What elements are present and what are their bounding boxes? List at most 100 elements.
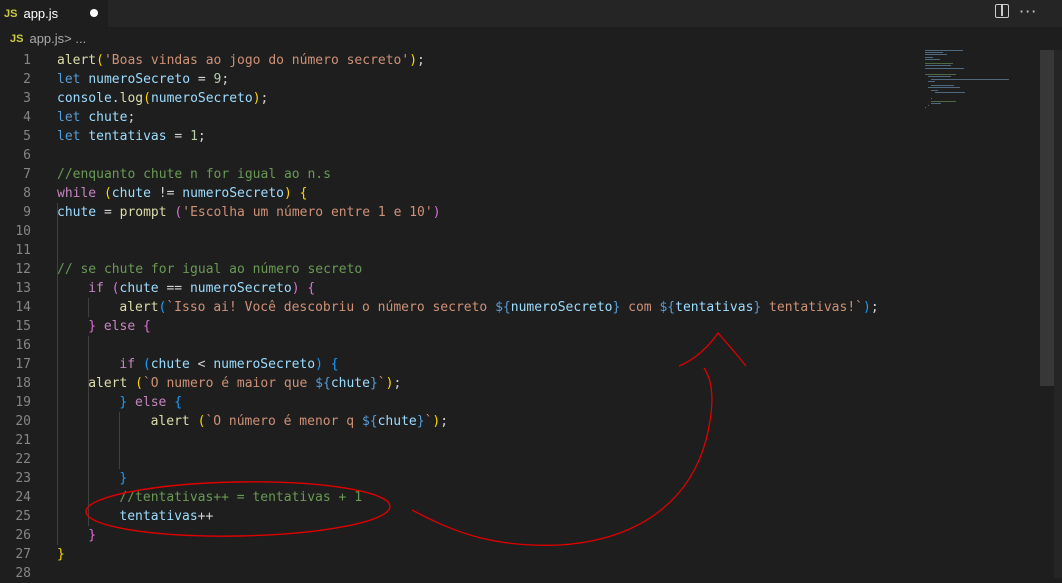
minimap-line xyxy=(925,74,957,76)
code-line[interactable]: 17 if (chute < numeroSecreto) { xyxy=(0,355,900,374)
breadcrumb: JS app.js > ... xyxy=(0,27,1062,50)
indent-guide xyxy=(57,203,58,545)
code-line[interactable]: 6 xyxy=(0,146,900,165)
code-line[interactable]: 27} xyxy=(0,545,900,564)
code-token: tentativas xyxy=(675,300,754,315)
code-line[interactable]: 5 let tentativas = 1; xyxy=(0,127,900,146)
code-line[interactable]: 18 alert (`O numero é maior que ${chute}`… xyxy=(0,374,900,393)
code-line[interactable]: 14 alert(`Isso ai! Você descobriu o númer… xyxy=(0,298,900,317)
line-number: 28 xyxy=(15,566,31,581)
code-token: ) xyxy=(284,186,292,201)
code-line[interactable]: 26} xyxy=(0,526,900,545)
code-token: ) xyxy=(291,281,300,296)
vertical-scrollbar[interactable] xyxy=(1040,50,1054,386)
code-token: ( xyxy=(103,186,112,201)
code-token: alert xyxy=(150,414,190,429)
line-number: 9 xyxy=(23,205,31,220)
minimap[interactable] xyxy=(921,50,1041,120)
code-token: } xyxy=(369,376,378,391)
code-token: tentativas xyxy=(88,129,167,144)
line-number: 10 xyxy=(15,224,31,239)
line-number: 6 xyxy=(23,148,31,163)
code-token: chute xyxy=(150,357,190,372)
code-line[interactable]: 19} else { xyxy=(0,393,900,412)
code-token: prompt xyxy=(119,205,167,220)
javascript-file-icon: JS xyxy=(10,32,24,45)
minimap-line xyxy=(928,87,961,89)
code-token: numeroSecreto xyxy=(189,281,292,296)
code-token: ; xyxy=(127,110,136,125)
line-number: 4 xyxy=(23,110,31,125)
code-line[interactable]: 20 alert (`O número é menor q ${chute}`); xyxy=(0,412,900,431)
code-text: alert(`Isso ai! Você descobriu o número … xyxy=(119,298,878,317)
minimap-line xyxy=(925,65,951,67)
code-text: let chute; xyxy=(57,108,135,127)
line-number: 26 xyxy=(15,528,31,543)
code-token: chute xyxy=(88,110,128,125)
minimap-line xyxy=(931,89,938,91)
code-line[interactable]: 16 xyxy=(0,336,900,355)
more-actions-icon[interactable]: ··· xyxy=(1019,0,1037,24)
code-token: //enquanto chute n for igual ao n.s xyxy=(57,167,331,182)
code-token: ; xyxy=(221,72,230,87)
code-line[interactable]: 15} else { xyxy=(0,317,900,336)
code-token: ++ xyxy=(197,509,214,524)
code-line[interactable]: 3 console.log(numeroSecreto); xyxy=(0,89,900,108)
code-token: ; xyxy=(393,376,402,391)
breadcrumb-more[interactable]: > ... xyxy=(64,31,86,46)
code-token: if xyxy=(119,357,136,372)
breadcrumb-file[interactable]: app.js xyxy=(29,31,64,46)
line-number: 19 xyxy=(15,395,31,410)
code-line[interactable]: 4 let chute; xyxy=(0,108,900,127)
code-line[interactable]: 25 tentativas++ xyxy=(0,507,900,526)
minimap-line xyxy=(934,91,965,93)
line-number: 11 xyxy=(15,243,31,258)
code-token: com xyxy=(620,300,660,315)
code-line[interactable]: 28 xyxy=(0,564,900,583)
unsaved-dot-icon[interactable] xyxy=(90,9,98,17)
code-line[interactable]: 12 // se chute for igual ao número secret… xyxy=(0,260,900,279)
code-line[interactable]: 11 xyxy=(0,241,900,260)
split-editor-icon[interactable] xyxy=(995,4,1009,18)
code-text: alert (`O numero é maior que ${chute}`); xyxy=(88,374,401,393)
code-line[interactable]: 13 if (chute == numeroSecreto) { xyxy=(0,279,900,298)
code-token: = xyxy=(166,129,191,144)
code-line[interactable]: 7 //enquanto chute n for igual ao n.s xyxy=(0,165,900,184)
tab-app-js[interactable]: JS app.js xyxy=(0,0,108,27)
code-token: `O número é menor q xyxy=(205,414,362,429)
code-token: ) xyxy=(432,205,441,220)
code-token: } xyxy=(88,319,97,334)
code-line[interactable]: 2 let numeroSecreto = 9; xyxy=(0,70,900,89)
code-line[interactable]: 22 xyxy=(0,450,900,469)
line-number: 12 xyxy=(15,262,31,277)
code-token: 1 xyxy=(190,129,198,144)
code-token: `O numero é maior que xyxy=(142,376,316,391)
code-token: let xyxy=(57,72,89,87)
code-token: chute xyxy=(377,414,417,429)
code-token: let xyxy=(57,129,89,144)
code-line[interactable]: 10 xyxy=(0,222,900,241)
minimap-line xyxy=(931,102,941,104)
code-line[interactable]: 24 //tentativas++ = tentativas + 1 xyxy=(0,488,900,507)
minimap-line xyxy=(928,76,952,78)
code-token: { xyxy=(299,186,308,201)
minimap-line xyxy=(931,85,954,87)
minimap-line xyxy=(928,105,929,106)
code-line[interactable]: 21 xyxy=(0,431,900,450)
code-token: ; xyxy=(440,414,449,429)
code-token: } xyxy=(57,547,65,562)
code-line[interactable]: 8 while (chute != numeroSecreto) { xyxy=(0,184,900,203)
code-line[interactable]: 23} xyxy=(0,469,900,488)
code-token: tentativas xyxy=(119,509,198,524)
code-editor[interactable]: 1 alert('Boas vindas ao jogo do número se… xyxy=(0,50,1062,581)
code-line[interactable]: 9 chute = prompt ('Escolha um número entr… xyxy=(0,203,900,222)
code-token: numeroSecreto xyxy=(213,357,316,372)
line-number: 3 xyxy=(23,91,31,106)
code-line[interactable]: 1 alert('Boas vindas ao jogo do número se… xyxy=(0,51,900,70)
line-number: 17 xyxy=(15,357,31,372)
line-number: 1 xyxy=(23,53,31,68)
